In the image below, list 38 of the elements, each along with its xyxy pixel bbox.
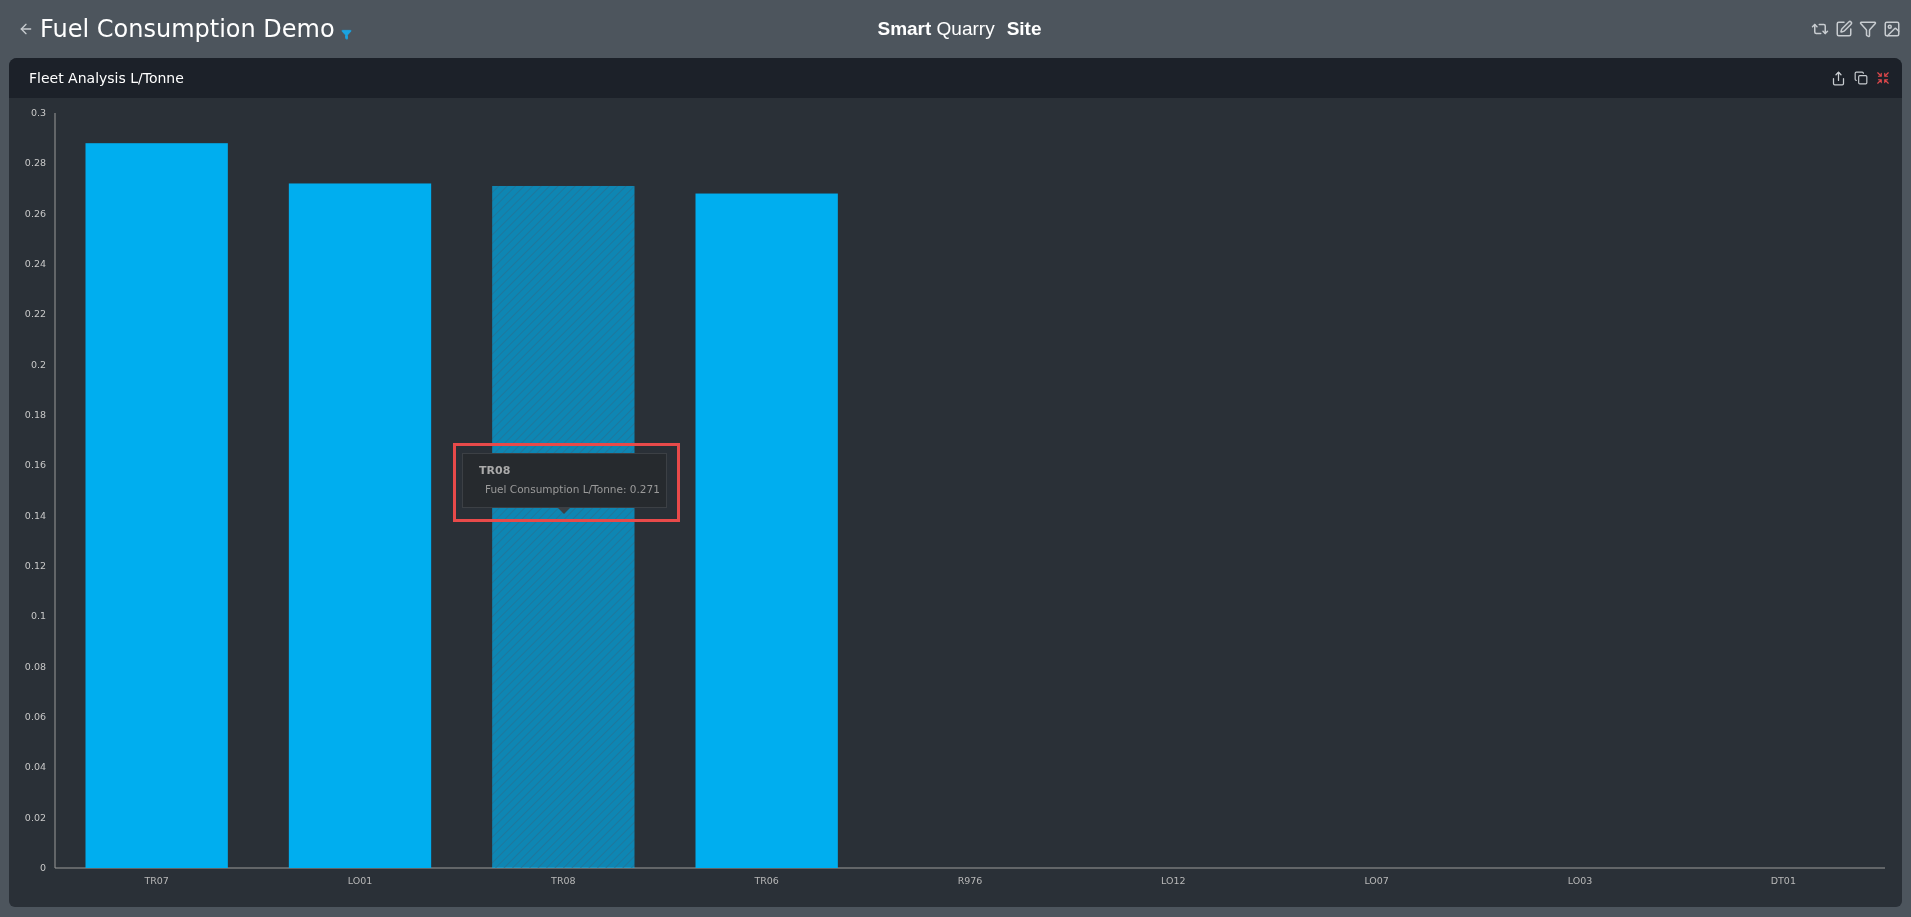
axis-category-label: R976 (957, 875, 983, 886)
axis-category-label: LO01 (347, 875, 373, 886)
axis-tick-label: 0.18 (24, 409, 46, 420)
dashboard-title: Fuel Consumption Demo (40, 15, 335, 43)
axis-tick-label: 0.2 (30, 358, 46, 370)
copy-icon[interactable] (1854, 71, 1868, 85)
axis-category-label: TR08 (551, 875, 576, 886)
axis-tick-label: 0.3 (30, 107, 46, 118)
axis-category-label: TR07 (144, 875, 169, 886)
site-label: Site (1006, 18, 1042, 40)
axis-tick-label: 0.14 (24, 509, 46, 521)
axis-tick-label: 0.28 (24, 157, 46, 169)
axis-category-label: DT01 (1770, 875, 1796, 886)
axis-tick-label: 0.08 (24, 660, 46, 672)
edit-icon[interactable] (1835, 20, 1853, 38)
panel-title: Fleet Analysis L/Tonne (29, 70, 184, 86)
axis-category-label: TR06 (754, 875, 779, 886)
axis-tick-label: 0.02 (24, 811, 46, 823)
axis-tick-label: 0.04 (24, 761, 46, 773)
filter-icon[interactable] (1859, 20, 1877, 38)
share-icon[interactable] (1831, 70, 1846, 86)
tooltip-text: Fuel Consumption L/Tonne: 0.271 (485, 483, 660, 495)
axis-tick-label: 0.12 (24, 560, 46, 571)
axis-tick-label: 0.24 (24, 258, 46, 269)
axis-tick-label: 0.06 (24, 711, 46, 722)
axis-category-label: LO03 (1567, 875, 1593, 886)
axis-category-label: LO07 (1364, 875, 1389, 886)
axis-category-label: LO12 (1161, 875, 1186, 886)
axis-tick-label: 0.1 (30, 610, 46, 622)
axis-tick-label: 0.22 (24, 308, 46, 320)
filter-icon[interactable] (340, 29, 352, 40)
image-icon[interactable] (1883, 20, 1901, 38)
logo-text: Smart Quarry (877, 18, 995, 40)
axis-tick-label: 0.16 (24, 459, 46, 471)
collapse-icon[interactable] (1876, 71, 1890, 85)
tooltip-title: TR08 (479, 464, 512, 477)
axis-tick-label: 0 (39, 862, 46, 873)
axis-tick-label: 0.26 (24, 207, 46, 219)
